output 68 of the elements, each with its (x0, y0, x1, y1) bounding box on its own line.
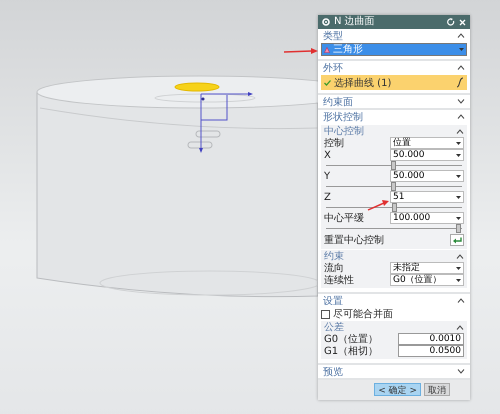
section-title[interactable]: 预览 (323, 364, 343, 378)
chevron-up-icon[interactable] (457, 298, 465, 303)
section-title[interactable]: 类型 (323, 28, 343, 42)
field-label: 连续性 (324, 274, 354, 287)
field-label: G1（相切） (324, 344, 378, 358)
chevron-down-icon[interactable] (457, 369, 465, 374)
annotation-arrow (368, 200, 389, 211)
curve-selection-row[interactable]: 选择曲线 (1) (321, 75, 467, 90)
slider-track[interactable] (326, 161, 462, 170)
value-dropdown[interactable]: G0（位置） (390, 274, 464, 286)
dropdown-caret-icon[interactable] (456, 216, 461, 220)
checkbox[interactable] (321, 310, 330, 318)
return-arrow-icon (452, 236, 462, 244)
dialog-button[interactable]: 取消 (424, 383, 450, 396)
section-title[interactable]: 外环 (323, 60, 343, 74)
section-title[interactable]: 设置 (323, 294, 343, 308)
field-label: Z (324, 192, 331, 202)
slider-track[interactable] (326, 224, 462, 233)
slider-thumb[interactable] (391, 182, 396, 191)
slider-thumb[interactable] (456, 224, 462, 233)
slider-track[interactable] (326, 203, 462, 212)
gear-icon[interactable] (322, 18, 330, 26)
dropdown-caret-icon[interactable] (456, 142, 461, 144)
field-label: X (324, 150, 331, 160)
curve-icon[interactable] (456, 77, 464, 88)
dropdown-caret-icon[interactable] (456, 278, 461, 282)
dropdown-caret-icon[interactable] (456, 196, 461, 198)
value-dropdown[interactable]: 未指定 (390, 262, 464, 274)
field-label: 控制 (324, 136, 344, 150)
selection-label: 选择曲线 (1) (334, 76, 392, 90)
chevron-up-icon[interactable] (456, 128, 464, 134)
triangle-icon (324, 46, 330, 52)
value-dropdown[interactable]: 100.000 (390, 212, 464, 224)
reset-button[interactable] (450, 234, 464, 246)
chevron-up-icon[interactable] (457, 65, 465, 70)
number-input-field[interactable]: 0.0500 (398, 345, 464, 357)
chevron-down-icon[interactable] (457, 99, 465, 104)
annotation-arrow (284, 48, 318, 54)
chevron-up-icon[interactable] (457, 114, 465, 119)
section-title[interactable]: 形状控制 (323, 110, 363, 124)
field-label: 流向 (324, 262, 344, 274)
field-label: Y (324, 170, 330, 182)
close-icon[interactable] (459, 18, 466, 26)
reset-icon[interactable] (447, 18, 455, 26)
chevron-up-icon[interactable] (456, 254, 464, 258)
number-input-field[interactable]: 0.0010 (398, 333, 464, 345)
subgroup-title[interactable]: 中心控制 (324, 124, 364, 138)
section-title[interactable]: 约束面 (323, 94, 353, 108)
chevron-up-icon[interactable] (456, 324, 464, 330)
slider-thumb[interactable] (392, 203, 398, 212)
dropdown-caret-icon[interactable] (456, 266, 461, 270)
value-dropdown[interactable]: 50.000 (390, 170, 464, 182)
slider-track[interactable] (326, 182, 462, 191)
value-dropdown[interactable]: 50.000 (390, 149, 464, 161)
dropdown-caret-icon[interactable] (456, 174, 461, 178)
dropdown-caret-icon[interactable] (456, 154, 461, 156)
action-label: 重置中心控制 (324, 234, 384, 247)
dialog-button[interactable]: < 确定 > (374, 383, 421, 396)
chevron-up-icon[interactable] (457, 33, 465, 38)
slider-thumb[interactable] (391, 161, 396, 170)
subgroup-title[interactable]: 约束 (324, 249, 344, 263)
checkbox-label: 尽可能合并面 (333, 308, 393, 321)
field-label: 中心平缓 (324, 212, 364, 225)
value-dropdown[interactable]: 51 (390, 191, 464, 203)
dialog-title: N 边曲面 (334, 15, 376, 29)
value-dropdown[interactable]: 位置 (390, 137, 464, 149)
subgroup-title[interactable]: 公差 (324, 320, 344, 334)
field-label: G0（位置） (324, 332, 378, 346)
